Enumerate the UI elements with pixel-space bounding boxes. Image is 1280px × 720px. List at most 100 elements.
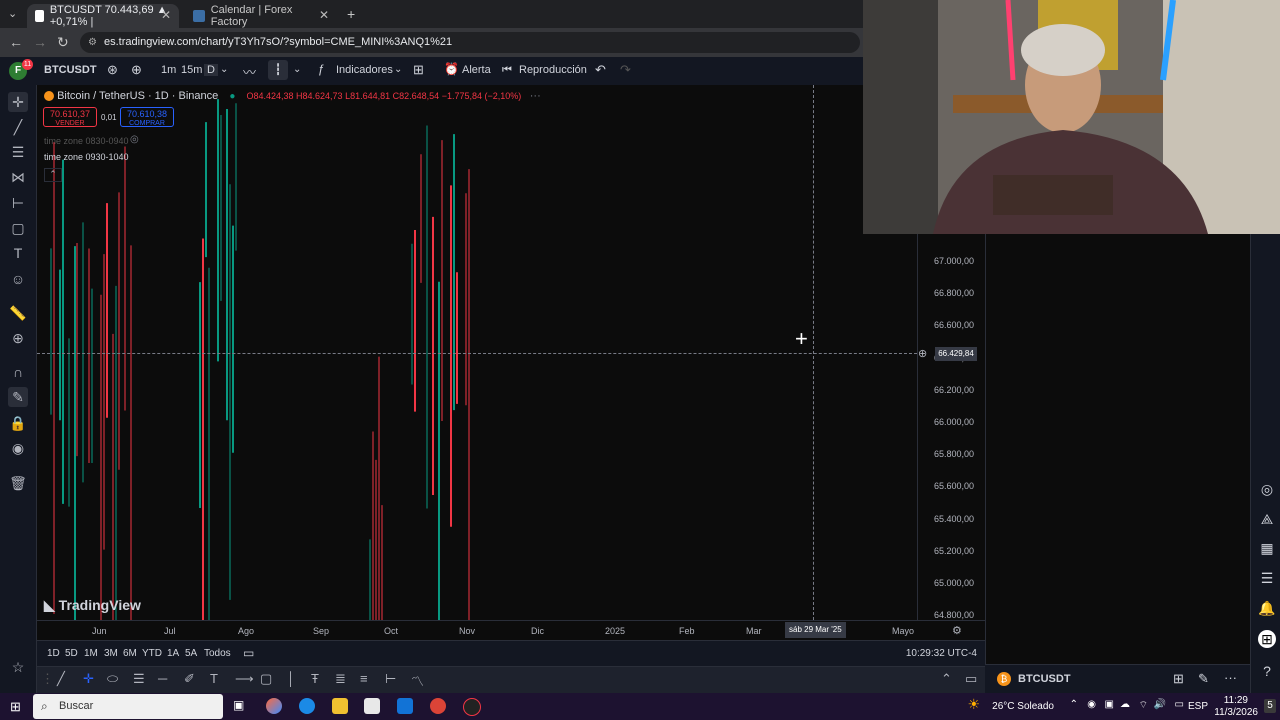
collapse-toolbar-icon[interactable]: ⌃	[941, 671, 952, 687]
fib-draw-icon[interactable]: ≣	[335, 671, 346, 687]
layout-icon[interactable]: ⊞	[1173, 671, 1184, 687]
replay-button[interactable]: Reproducción	[519, 64, 587, 76]
add-alert-plus-icon[interactable]: ⊕	[918, 347, 927, 360]
brush-tool-icon[interactable]: ✐	[184, 671, 195, 687]
windows-start-icon[interactable]: ⊞	[10, 699, 21, 715]
forecast-tool-icon[interactable]: 〽	[411, 671, 424, 690]
close-tab-icon[interactable]: ✕	[319, 8, 329, 22]
line-tool-icon[interactable]: ╱	[57, 671, 65, 687]
tray-chevron-icon[interactable]: ⌃	[1070, 699, 1078, 710]
more-icon[interactable]: ···	[1224, 670, 1237, 685]
language-indicator[interactable]: ESP	[1188, 701, 1208, 712]
range-3m[interactable]: 3M	[104, 648, 118, 659]
tab-tradingview[interactable]: BTCUSDT 70.443,69 ▲ +0,71% | ✕	[27, 4, 179, 28]
favorites-star-icon[interactable]: ☆	[8, 657, 28, 677]
battery-icon[interactable]: ▭	[1175, 699, 1184, 710]
url-field[interactable]: ⚙ es.tradingview.com/chart/yT3Yh7sO/?sym…	[80, 32, 860, 53]
site-info-icon[interactable]: ⚙	[88, 32, 97, 53]
layout-grid-icon[interactable]: ⊞	[413, 62, 424, 78]
interval-15m[interactable]: 15m	[181, 64, 202, 76]
crosshair-tool-icon[interactable]: ✛	[8, 92, 28, 112]
indicators-dropdown-icon[interactable]: ⌄	[394, 64, 402, 75]
close-tab-icon[interactable]: ✕	[161, 8, 171, 22]
undo-icon[interactable]: ↶	[595, 62, 606, 78]
pattern-tool-icon[interactable]: ⋈	[8, 167, 28, 187]
indicator-legend-2[interactable]: time zone 0930-1040	[44, 152, 129, 162]
notifications-icon[interactable]: 🔔	[1258, 599, 1276, 617]
maximize-panel-icon[interactable]: ▭	[965, 671, 977, 687]
clock-date[interactable]: 11/3/2026	[1214, 707, 1258, 718]
eye-hidden-icon[interactable]: ◎	[130, 134, 139, 145]
text-draw-icon[interactable]: T	[210, 671, 218, 686]
range-6m[interactable]: 6M	[123, 648, 137, 659]
text-note-icon[interactable]: Ŧ	[311, 671, 319, 686]
chart-type-dropdown-icon[interactable]: ⌄	[293, 64, 301, 75]
indicators-icon[interactable]: ƒ	[318, 62, 325, 76]
fib-tool-icon[interactable]: ☰	[8, 142, 28, 162]
volume-icon[interactable]: 🔊	[1154, 699, 1166, 710]
tray-app2-icon[interactable]: ▣	[1105, 699, 1114, 710]
tray-app-icon[interactable]: ◉	[1087, 699, 1096, 710]
interval-1m[interactable]: 1m	[161, 64, 176, 76]
clock-timezone[interactable]: 10:29:32 UTC-4	[906, 648, 977, 659]
chart-canvas[interactable]: + ◣ TradingView	[37, 85, 917, 620]
outlook-icon[interactable]	[397, 698, 413, 714]
calendar-icon[interactable]: ▦	[1258, 539, 1276, 557]
candles-icon[interactable]: ┇	[268, 60, 288, 80]
help-icon[interactable]: ?	[1258, 662, 1276, 680]
drawing-mode-icon[interactable]: ✎	[8, 387, 28, 407]
redo-icon[interactable]: ↷	[620, 62, 631, 78]
trash-icon[interactable]: 🗑	[8, 473, 28, 493]
range-5a[interactable]: 5A	[185, 648, 197, 659]
symbol-search-button[interactable]: BTCUSDT	[44, 64, 97, 76]
hline-tool-icon[interactable]: ─	[158, 671, 167, 686]
vline-tool-icon[interactable]: │	[287, 671, 295, 686]
edge-icon[interactable]	[299, 698, 315, 714]
back-icon[interactable]: ←	[9, 34, 23, 50]
range-1m[interactable]: 1M	[84, 648, 98, 659]
store-icon[interactable]	[364, 698, 380, 714]
zoom-icon[interactable]: ⊕	[8, 328, 28, 348]
wifi-icon[interactable]: ⌔	[1139, 699, 1148, 712]
ruler-icon[interactable]: 📏	[8, 303, 28, 323]
chart-settings-icon[interactable]: ⚙	[952, 624, 962, 637]
tradingview-app-icon[interactable]	[463, 698, 481, 716]
watchlist-symbol[interactable]: BTCUSDT	[1018, 673, 1071, 685]
magnet-icon[interactable]: ∩	[8, 362, 28, 382]
weather-text[interactable]: 26°C Soleado	[992, 701, 1054, 712]
range-1d[interactable]: 1D	[47, 648, 60, 659]
channel-tool-icon[interactable]: ≡	[360, 671, 368, 686]
indicators-button[interactable]: Indicadores	[336, 64, 393, 76]
collapse-legend-icon[interactable]: ⌃	[44, 168, 62, 182]
drag-handle-icon[interactable]: ⋮	[41, 671, 54, 687]
measure-range-icon[interactable]: ⊢	[8, 193, 28, 213]
tab-forexfactory[interactable]: Calendar | Forex Factory ✕	[185, 4, 337, 28]
taskbar-search[interactable]: ⌕ Buscar	[33, 694, 223, 719]
lines-tool-icon[interactable]: ☰	[133, 671, 145, 687]
range-ytd[interactable]: YTD	[142, 648, 162, 659]
trendline-tool-icon[interactable]: ╱	[8, 117, 28, 137]
compare-symbol-icon[interactable]: ⊕	[131, 62, 142, 78]
lock-icon[interactable]: 🔒	[8, 413, 28, 433]
watchlist-icon[interactable]: ◎	[1258, 480, 1276, 498]
shape-tool-icon[interactable]: ▢	[8, 218, 28, 238]
eye-icon[interactable]: ◉	[8, 438, 28, 458]
alerts-panel-icon[interactable]: ⟁	[1258, 510, 1276, 528]
alert-button[interactable]: Alerta	[462, 64, 491, 76]
symbol-settings-icon[interactable]: ⊛	[107, 62, 118, 78]
interval-d[interactable]: D	[204, 64, 218, 76]
clock-time[interactable]: 11:29	[1224, 695, 1248, 706]
range-todos[interactable]: Todos	[204, 648, 231, 659]
forward-icon[interactable]: →	[33, 34, 47, 50]
notification-count[interactable]: 5	[1264, 699, 1276, 713]
text-tool-icon[interactable]: T	[8, 243, 28, 263]
edit-icon[interactable]: ✎	[1198, 671, 1209, 687]
date-range-icon[interactable]: ⊢	[385, 671, 396, 687]
news-icon[interactable]: ☰	[1258, 569, 1276, 587]
hray-tool-icon[interactable]: ⟶	[235, 671, 254, 687]
chrome-icon[interactable]	[430, 698, 446, 714]
tab-list-button[interactable]: ⌄	[8, 7, 17, 20]
range-5d[interactable]: 5D	[65, 648, 78, 659]
rectangle-tool-icon[interactable]: ▢	[260, 671, 272, 687]
sell-button[interactable]: 70.610,37 VENDER	[43, 107, 97, 127]
